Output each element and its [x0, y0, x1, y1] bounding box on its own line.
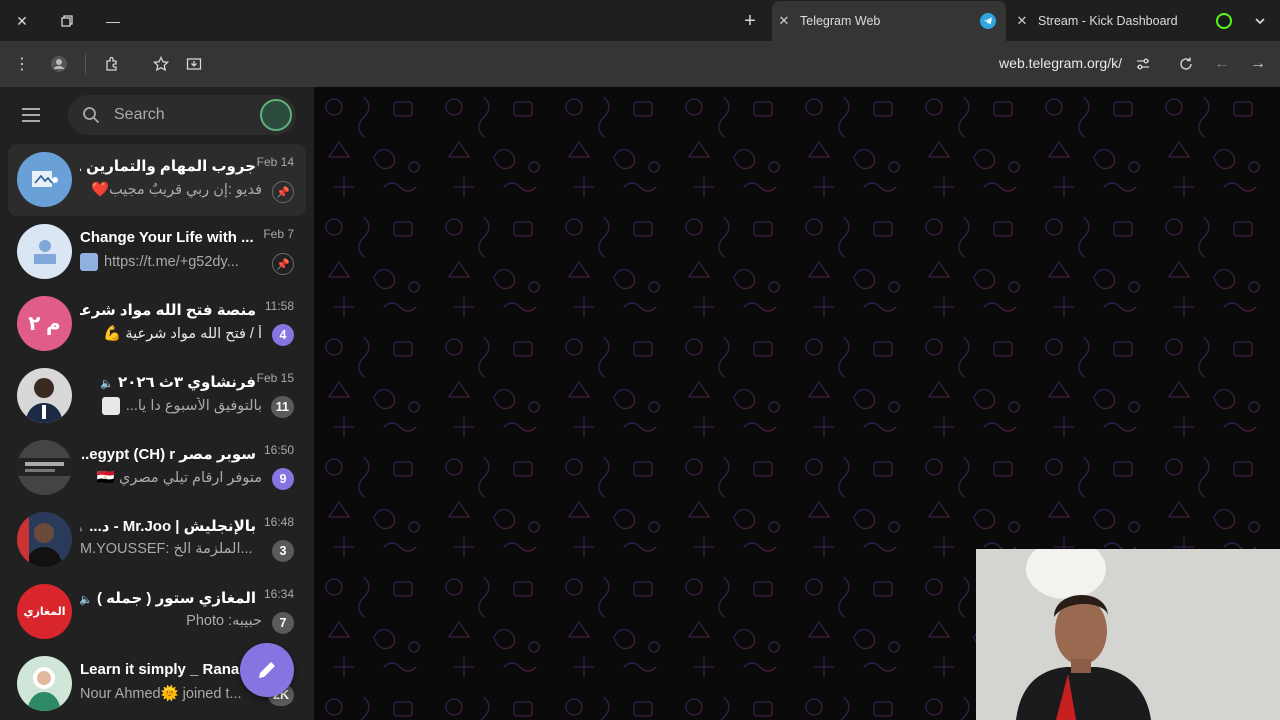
unread-badge: 3	[272, 540, 294, 562]
chat-avatar	[17, 440, 72, 495]
kick-icon	[1216, 12, 1232, 29]
chat-title: بالإنجليش | Mr.Joo - د... 🔈	[80, 517, 256, 535]
chat-list-item[interactable]: جروب المهام والتمارين ... Feb 14 فديو :إ…	[8, 144, 306, 216]
muted-icon: 🔈	[80, 522, 85, 534]
toolbar-divider	[85, 54, 86, 74]
tab-close-icon[interactable]: ✕	[772, 13, 796, 29]
search-placeholder: Search	[114, 106, 165, 123]
tab-telegram-web[interactable]: ✕ Telegram Web	[772, 1, 1006, 41]
search-icon	[82, 106, 100, 129]
chat-preview: بالتوفيق الأسبوع دا يا...	[80, 397, 262, 415]
chat-time: 16:50	[263, 443, 294, 457]
chat-time: Feb 14	[256, 155, 294, 169]
site-settings-icon[interactable]	[1130, 51, 1156, 77]
unread-badge: 11	[270, 396, 294, 418]
chat-time: 16:34	[263, 587, 294, 601]
story-avatar[interactable]	[260, 99, 292, 131]
chat-avatar	[17, 368, 72, 423]
chat-title: فرنشاوي ٣ث ٢٠٢٦🔈	[80, 373, 256, 391]
telegram-icon	[980, 13, 996, 29]
chat-avatar	[17, 152, 72, 207]
pencil-icon	[259, 662, 275, 678]
chat-list-item[interactable]: فرنشاوي ٣ث ٢٠٢٦🔈 Feb 15 بالتوفيق الأسبوع…	[8, 360, 306, 432]
chat-preview: Nour Ahmed🌞 joined t...	[80, 686, 242, 702]
hamburger-menu-icon[interactable]	[22, 103, 50, 127]
chat-time: Feb 15	[256, 371, 294, 385]
chat-list-item[interactable]: بالإنجليش | Mr.Joo - د... 🔈 16:48 M.YOUSS…	[8, 504, 306, 576]
sidebar-header: Search	[0, 87, 314, 143]
avatar-initials: المغازي	[23, 606, 66, 618]
chat-preview: متوفر ارقام تيلي مصري 🇪🇬	[96, 470, 262, 486]
tab-kick-dashboard[interactable]: ✕ Stream - Kick Dashboard	[1010, 0, 1242, 41]
chat-avatar	[17, 224, 72, 279]
unread-badge: 7	[272, 612, 294, 634]
chat-list-item[interactable]: المغازي المغازي ستور ( جمله )🔈 16:34 حبي…	[8, 576, 306, 648]
chat-title: منصة فتح الله مواد شرعية...	[80, 302, 256, 319]
extensions-icon[interactable]	[100, 51, 126, 77]
chat-avatar: المغازي	[17, 584, 72, 639]
image-thumbnail-icon	[101, 397, 120, 415]
chat-preview: https://t.me/+g52dy...	[80, 253, 262, 271]
muted-icon: 🔈	[80, 594, 94, 606]
browser-toolbar: ⋮ web.telegram.org/k/ ← →	[0, 41, 1280, 87]
chat-list-item[interactable]: م ٢ منصة فتح الله مواد شرعية... 11:58 أ …	[8, 288, 306, 360]
chat-title: Change Your Life with ...	[80, 229, 254, 246]
tab-title: Telegram Web	[800, 14, 881, 28]
webcam-person-image	[976, 549, 1280, 720]
chat-preview: حبيبه: Photo	[186, 613, 262, 629]
avatar-initials: م ٢	[28, 313, 61, 335]
chat-sidebar: Search جروب المهام والتمارين ... Feb 14 …	[0, 87, 314, 720]
pin-icon: 📌	[272, 181, 294, 203]
address-bar-url[interactable]: web.telegram.org/k/	[999, 55, 1122, 71]
unread-badge: 9	[272, 468, 294, 490]
chat-preview: فديو :إن ربي قريبٌ مجيب❤️	[90, 182, 262, 198]
tab-title: Stream - Kick Dashboard	[1038, 13, 1178, 28]
chat-title: سوبر مصر egypt (CH) r...	[80, 446, 256, 463]
chat-time: Feb 7	[263, 227, 294, 241]
back-arrow-icon[interactable]: ←	[1209, 51, 1235, 77]
chat-title: جروب المهام والتمارين ...	[80, 158, 256, 175]
search-input[interactable]: Search	[68, 95, 296, 135]
chat-title-text: المغازي ستور ( جمله )	[97, 590, 256, 607]
reload-icon[interactable]	[1173, 51, 1199, 77]
chat-list-item[interactable]: Change Your Life with ... Feb 7 https://…	[8, 216, 306, 288]
restore-window-icon[interactable]	[54, 8, 80, 34]
close-window-icon[interactable]: ✕	[9, 8, 35, 34]
chat-title: المغازي ستور ( جمله )🔈	[80, 589, 256, 607]
chat-preview: M.YOUSSEF: الملزمة الخ...	[80, 541, 253, 557]
link-thumbnail-icon	[80, 253, 98, 271]
tab-close-icon[interactable]: ✕	[1010, 13, 1034, 29]
chat-avatar	[17, 656, 72, 711]
new-tab-icon[interactable]: +	[737, 8, 763, 34]
forward-arrow-icon[interactable]: →	[1245, 51, 1271, 77]
chat-avatar	[17, 512, 72, 567]
chat-title-text: بالإنجليش | Mr.Joo - د...	[89, 518, 256, 535]
chat-title: Learn it simply _ Rana	[80, 661, 240, 678]
tab-search-chevron-icon[interactable]	[1247, 8, 1273, 34]
profile-icon[interactable]	[46, 51, 72, 77]
minimize-window-icon[interactable]: —	[100, 8, 126, 34]
browser-tab-bar: ✕ — + ✕ Telegram Web ✕ Stream - Kick Das…	[0, 0, 1280, 41]
chat-preview-text: https://t.me/+g52dy...	[104, 253, 239, 270]
chat-preview: أ / فتح الله مواد شرعية 💪	[103, 326, 262, 342]
unread-badge: 4	[272, 324, 294, 346]
pin-icon: 📌	[272, 253, 294, 275]
chat-list-item[interactable]: سوبر مصر egypt (CH) r... 16:50 متوفر ارق…	[8, 432, 306, 504]
bookmark-star-icon[interactable]	[148, 51, 174, 77]
install-app-icon[interactable]	[181, 51, 207, 77]
chat-time: 16:48	[263, 515, 294, 529]
muted-icon: 🔈	[100, 378, 115, 390]
menu-dots-icon[interactable]: ⋮	[9, 51, 35, 77]
chat-preview-text: بالتوفيق الأسبوع دا يا...	[125, 397, 262, 414]
new-message-button[interactable]	[240, 643, 294, 697]
webcam-overlay	[976, 549, 1280, 720]
chat-time: 11:58	[264, 299, 294, 313]
chat-title-text: فرنشاوي ٣ث ٢٠٢٦	[118, 374, 256, 391]
chat-avatar: م ٢	[17, 296, 72, 351]
